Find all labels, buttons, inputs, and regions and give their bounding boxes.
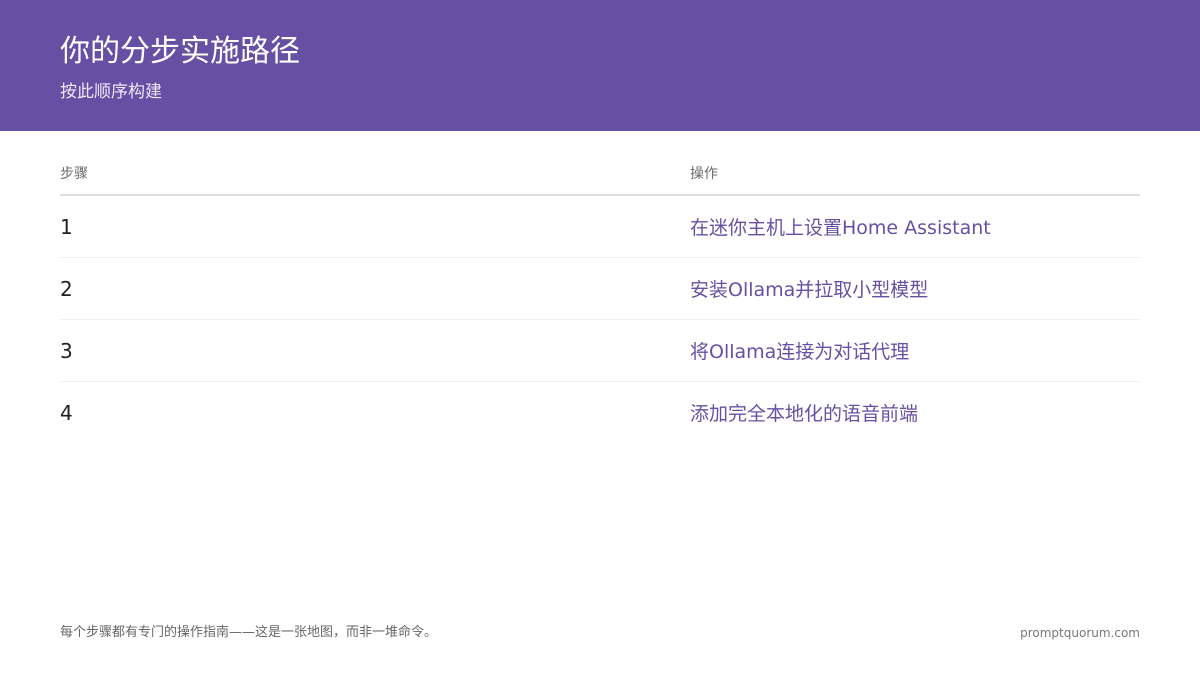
table-header: 步骤 操作 xyxy=(60,158,1140,196)
table-row: 2 安装Ollama并拉取小型模型 xyxy=(60,258,1140,320)
step-action: 安装Ollama并拉取小型模型 xyxy=(690,279,929,301)
column-header-step: 步骤 xyxy=(60,166,88,182)
slide: 你的分步实施路径 按此顺序构建 步骤 操作 1 在迷你主机上设置Home Ass… xyxy=(0,0,1200,675)
steps-table: 步骤 操作 1 在迷你主机上设置Home Assistant 2 安装Ollam… xyxy=(60,158,1140,444)
table-row: 1 在迷你主机上设置Home Assistant xyxy=(60,196,1140,258)
page-title: 你的分步实施路径 xyxy=(60,34,300,69)
step-action: 添加完全本地化的语音前端 xyxy=(690,403,919,425)
table-row: 4 添加完全本地化的语音前端 xyxy=(60,382,1140,444)
footer-brand: promptquorum.com xyxy=(1020,626,1140,640)
step-number: 3 xyxy=(60,339,73,363)
step-action: 在迷你主机上设置Home Assistant xyxy=(690,217,991,239)
header-banner: 你的分步实施路径 按此顺序构建 xyxy=(0,0,1200,131)
page-subtitle: 按此顺序构建 xyxy=(60,82,162,102)
step-number: 4 xyxy=(60,401,73,425)
column-header-action: 操作 xyxy=(690,166,718,182)
table-row: 3 将Ollama连接为对话代理 xyxy=(60,320,1140,382)
step-number: 1 xyxy=(60,215,73,239)
step-action: 将Ollama连接为对话代理 xyxy=(690,341,910,363)
footer-note: 每个步骤都有专门的操作指南——这是一张地图，而非一堆命令。 xyxy=(60,625,438,640)
step-number: 2 xyxy=(60,277,73,301)
